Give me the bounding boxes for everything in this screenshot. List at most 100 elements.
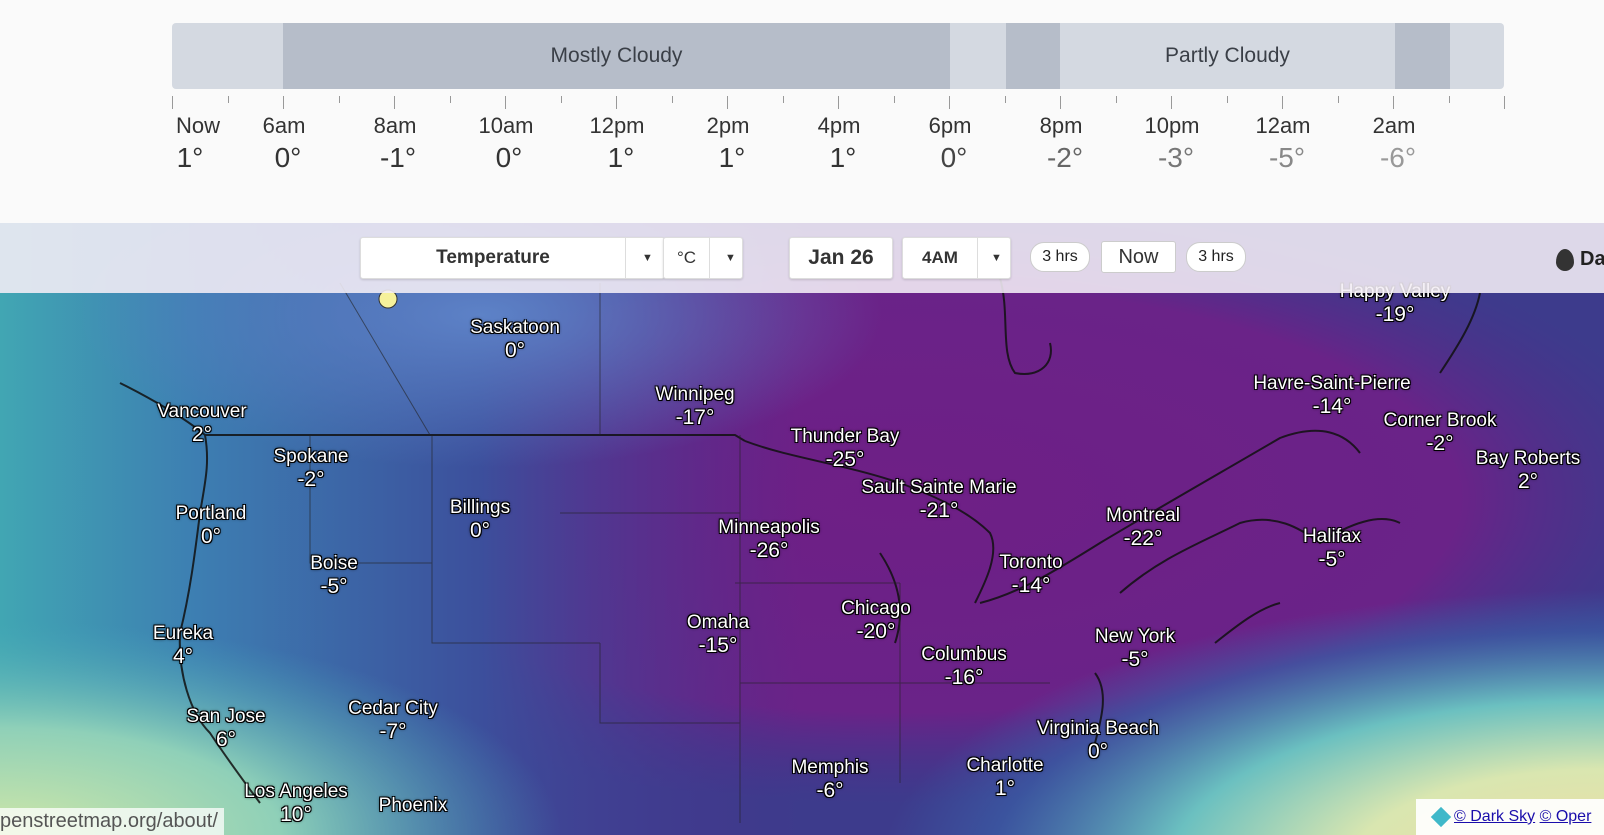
unit-select-divider [709, 238, 710, 278]
time-select-divider [977, 238, 978, 278]
hourly-timeline: Mostly Cloudy Partly Cloudy Now 6am 8am … [0, 0, 1604, 223]
dark-sky-credit-link[interactable]: © Dark Sky [1454, 808, 1535, 825]
city-marker[interactable]: New York -5° [1095, 626, 1175, 672]
chevron-down-icon: ▼ [642, 252, 653, 264]
city-marker[interactable]: Toronto -14° [999, 552, 1062, 598]
dark-sky-brand[interactable]: Da [1556, 245, 1604, 273]
timeline-tick [505, 96, 506, 109]
hour-label: 4pm [817, 113, 861, 138]
chevron-down-icon: ▼ [991, 252, 1002, 264]
city-marker[interactable]: Omaha -15° [687, 612, 749, 658]
timeline-tick [450, 96, 451, 103]
hour-label: 8am [373, 113, 417, 138]
date-picker[interactable]: Jan 26 [789, 237, 893, 279]
city-marker[interactable]: Billings 0° [450, 497, 510, 543]
timeline-tick [283, 96, 284, 109]
timeline-tick [1504, 96, 1505, 109]
city-marker[interactable]: Columbus -16° [921, 644, 1007, 690]
timeline-tick [1116, 96, 1117, 103]
hour-label: 8pm [1039, 113, 1083, 138]
timeline-tick [1449, 96, 1450, 103]
timeline-tick [672, 96, 673, 103]
city-marker[interactable]: Winnipeg -17° [655, 384, 734, 430]
step-forward-3hrs-button[interactable]: 3 hrs [1186, 242, 1246, 272]
now-button[interactable]: Now [1101, 241, 1176, 273]
conditions-bar[interactable]: Mostly Cloudy Partly Cloudy [172, 23, 1504, 89]
city-marker[interactable]: Memphis -6° [791, 757, 868, 803]
city-marker[interactable]: Vancouver 2° [157, 401, 246, 447]
dark-sky-brand-label: Da [1580, 248, 1604, 270]
timeline-tick [228, 96, 229, 103]
hour-temp: 0° [940, 142, 968, 173]
map-credits: © Dark Sky © Oper [1416, 799, 1604, 835]
osm-attribution-link[interactable]: penstreetmap.org/about/ [0, 808, 224, 835]
city-marker[interactable]: Portland 0° [176, 503, 247, 549]
city-marker[interactable]: Montreal -22° [1106, 505, 1180, 551]
timeline-tick [394, 96, 395, 109]
condition-label-partly-cloudy: Partly Cloudy [1165, 44, 1290, 67]
osm-credit-link[interactable]: © Oper [1540, 808, 1592, 825]
city-marker[interactable]: Boise -5° [310, 553, 358, 599]
city-marker[interactable]: Phoenix [379, 795, 448, 817]
hour-temp: -6° [1379, 142, 1417, 173]
hour-temp: -3° [1157, 142, 1195, 173]
timeline-tick [1338, 96, 1339, 103]
hour-label: 2pm [706, 113, 750, 138]
timeline-tick [838, 96, 839, 109]
hour-label: 12pm [589, 113, 645, 138]
timeline-tick [1171, 96, 1172, 109]
city-marker[interactable]: Cedar City -7° [348, 698, 438, 744]
hour-temp: 0° [274, 142, 302, 173]
step-back-3hrs-button[interactable]: 3 hrs [1030, 242, 1090, 272]
timeline-ticks [172, 96, 1505, 110]
hour-temp: 1° [829, 142, 857, 173]
city-marker[interactable]: Sault Sainte Marie -21° [861, 477, 1016, 523]
layer-select-divider [625, 238, 626, 278]
unit-select[interactable]: °C ▼ [663, 237, 743, 279]
hour-temp: 1° [176, 142, 204, 173]
hour-temp: 1° [607, 142, 635, 173]
city-marker[interactable]: Los Angeles 10° [244, 781, 348, 827]
timeline-tick [783, 96, 784, 103]
city-marker[interactable]: Thunder Bay -25° [791, 426, 900, 472]
city-marker[interactable]: Bay Roberts 2° [1476, 448, 1581, 494]
city-marker[interactable]: Eureka 4° [153, 623, 213, 669]
hour-label: Now [175, 113, 220, 138]
city-marker[interactable]: Minneapolis -26° [718, 517, 819, 563]
dark-sky-logo-icon [1556, 248, 1574, 271]
timeline-tick [727, 96, 728, 109]
timeline-tick [616, 96, 617, 109]
city-marker[interactable]: Halifax -5° [1303, 526, 1361, 572]
temperature-map[interactable]: Saskatoon0° Happy Valley-19° Winnipeg-17… [0, 223, 1604, 835]
layer-select[interactable]: Temperature ▼ [360, 237, 665, 279]
timeline-tick [561, 96, 562, 103]
unit-select-value: °C [676, 248, 697, 267]
city-marker[interactable]: Saskatoon 0° [470, 317, 560, 363]
hour-temp: 1° [718, 142, 746, 173]
time-select-value: 4AM [922, 248, 958, 267]
time-select[interactable]: 4AM ▼ [902, 237, 1011, 279]
condition-segment-mostly-cloudy-3 [1395, 23, 1450, 89]
city-marker[interactable]: Virginia Beach 0° [1037, 718, 1159, 764]
condition-segment-mostly-cloudy-2 [1006, 23, 1060, 89]
hour-label: 6pm [928, 113, 972, 138]
timeline-tick [1227, 96, 1228, 103]
hour-temp: -2° [1046, 142, 1084, 173]
city-marker[interactable]: Charlotte 1° [966, 755, 1043, 801]
hour-temp: -5° [1268, 142, 1306, 173]
timeline-tick [339, 96, 340, 103]
date-value: Jan 26 [808, 246, 874, 269]
timeline-tick [894, 96, 895, 103]
chevron-down-icon: ▼ [725, 252, 736, 264]
city-marker[interactable]: San Jose 6° [186, 706, 265, 752]
timeline-tick [1005, 96, 1006, 103]
timeline-tick [1282, 96, 1283, 109]
timeline-tick [1060, 96, 1061, 109]
map-controls: Temperature ▼ °C ▼ Jan 26 4AM ▼ 3 hrs No… [0, 223, 1604, 293]
hour-label: 10pm [1144, 113, 1200, 138]
city-marker[interactable]: Spokane -2° [273, 446, 348, 492]
hour-label: 12am [1255, 113, 1311, 138]
dark-sky-diamond-icon [1430, 806, 1452, 827]
city-marker[interactable]: Chicago -20° [841, 598, 911, 644]
timeline-tick [1393, 96, 1394, 109]
